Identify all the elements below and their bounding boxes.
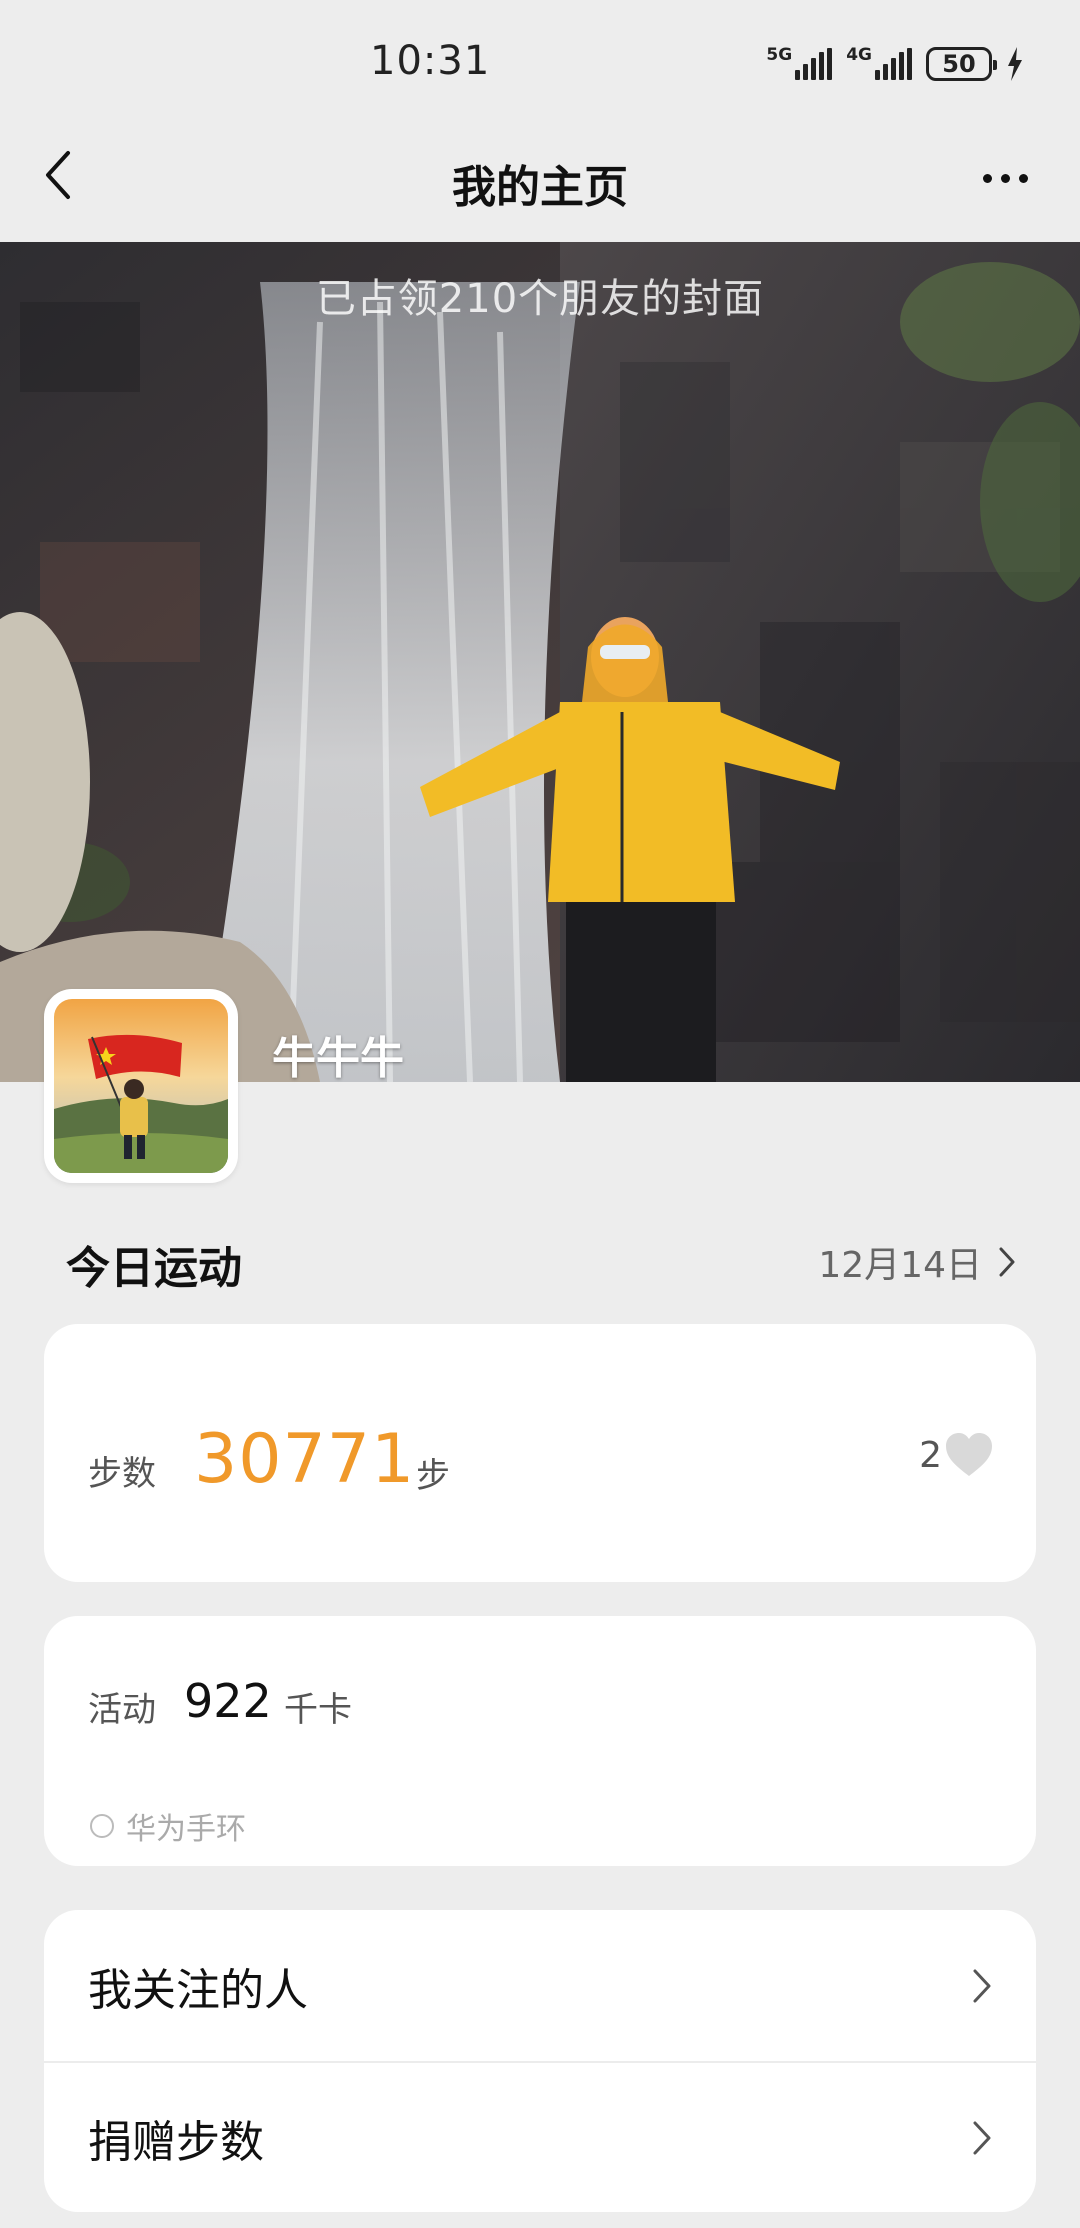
status-time: 10:31 bbox=[370, 38, 491, 84]
today-title: 今日运动 bbox=[66, 1243, 242, 1294]
more-button[interactable] bbox=[970, 153, 1040, 203]
steps-value: 30771 bbox=[194, 1420, 416, 1499]
menu-item-following[interactable]: 我关注的人 bbox=[44, 1910, 1036, 2061]
signal-5g-icon: 5G bbox=[766, 47, 833, 80]
band-icon bbox=[90, 1814, 114, 1838]
chevron-right-icon bbox=[973, 2121, 991, 2154]
nav-bar: 我的主页 bbox=[0, 125, 1080, 242]
activity-value: 922 bbox=[184, 1674, 272, 1728]
device-label: 华为手环 bbox=[126, 1812, 246, 1847]
menu-card: 我关注的人 捐赠步数 bbox=[44, 1910, 1036, 2212]
username: 牛牛牛 bbox=[272, 1033, 404, 1084]
activity-unit: 千卡 bbox=[284, 1690, 352, 1730]
cover-image[interactable]: 已占领210个朋友的封面 bbox=[0, 242, 1080, 1082]
activity-label: 活动 bbox=[88, 1690, 156, 1730]
menu-item-donate-steps[interactable]: 捐赠步数 bbox=[44, 2061, 1036, 2212]
avatar[interactable] bbox=[44, 989, 238, 1183]
menu-item-label: 捐赠步数 bbox=[88, 2116, 264, 2168]
likes-count: 2 bbox=[919, 1434, 942, 1476]
cover-caption: 已占领210个朋友的封面 bbox=[315, 276, 765, 322]
charging-icon bbox=[1008, 47, 1022, 81]
battery-icon: 50 bbox=[926, 47, 997, 81]
chevron-right-icon bbox=[973, 1969, 991, 2002]
today-date-button[interactable]: 12月14日 bbox=[818, 1236, 1016, 1288]
cover-photo-illustration bbox=[0, 242, 1080, 1082]
page-title: 我的主页 bbox=[452, 162, 628, 213]
status-bar: 10:31 5G 4G 50 bbox=[0, 0, 1080, 125]
steps-unit: 步 bbox=[416, 1456, 450, 1496]
more-dots-icon bbox=[982, 173, 992, 183]
status-icons: 5G 4G 50 bbox=[766, 44, 1024, 84]
activity-card[interactable]: 活动 922 千卡 华为手环 bbox=[44, 1616, 1036, 1866]
heart-icon bbox=[946, 1433, 992, 1476]
chevron-right-icon bbox=[999, 1247, 1015, 1277]
device-source: 华为手环 bbox=[90, 1804, 246, 1848]
menu-item-label: 我关注的人 bbox=[88, 1964, 308, 2016]
signal-4g-icon: 4G bbox=[846, 47, 912, 80]
like-button[interactable]: 2 bbox=[919, 1432, 994, 1478]
steps-label: 步数 bbox=[88, 1454, 156, 1494]
avatar-photo-illustration bbox=[54, 999, 228, 1173]
today-date-label: 12月14日 bbox=[818, 1245, 982, 1286]
steps-card[interactable]: 步数 30771 步 2 bbox=[44, 1324, 1036, 1582]
